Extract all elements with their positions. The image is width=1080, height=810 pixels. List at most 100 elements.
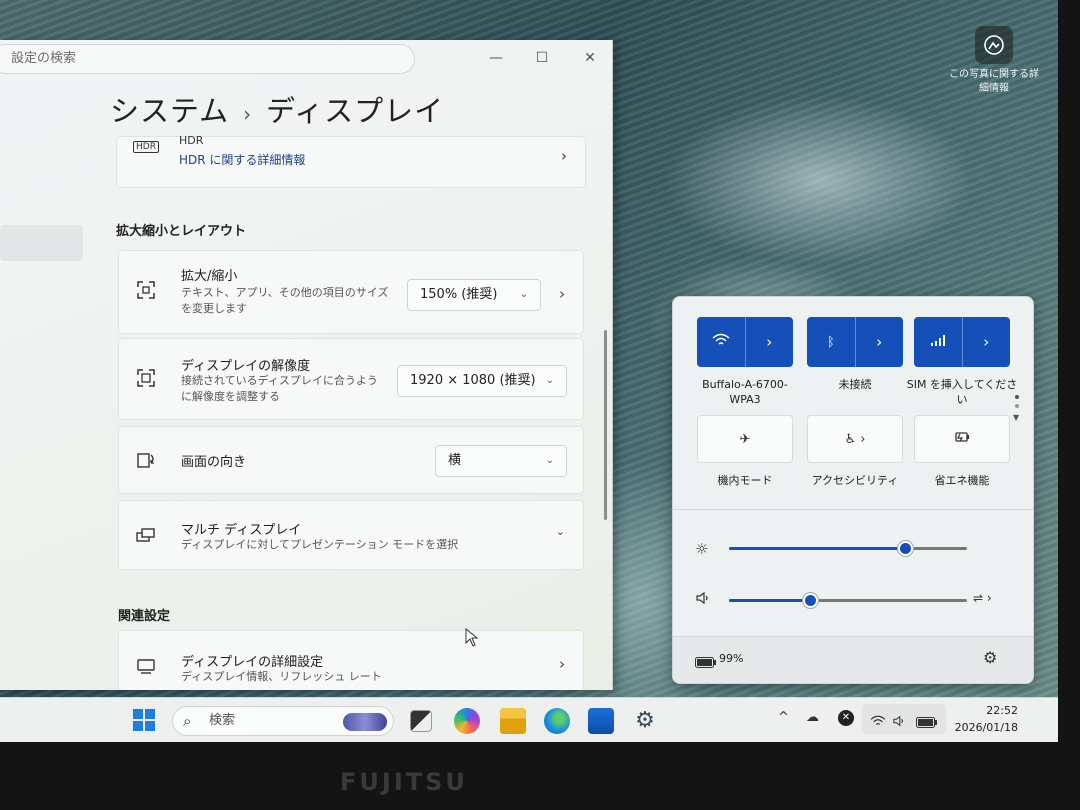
chevron-down-icon[interactable]: ⌄ [556,525,565,538]
volume-slider-fill [729,599,810,602]
breadcrumb-separator: › [243,102,253,126]
desktop-photo-info[interactable]: この写真に関する詳細情報 [945,26,1043,96]
camera-icon [975,26,1013,64]
energy-saver-icon [954,431,970,447]
accessibility-label: アクセシビリティ [811,474,899,487]
volume-slider-thumb[interactable] [802,593,818,608]
windows-start-icon[interactable] [132,708,158,734]
wifi-icon [870,712,886,731]
search-highlight-icon [343,713,387,731]
security-alert-icon[interactable]: ✕ [838,710,854,726]
resolution-dropdown[interactable]: 1920 × 1080 (推奨) ⌄ [397,365,567,397]
resolution-title: ディスプレイの解像度 [181,359,311,374]
edge-browser-icon[interactable] [544,708,570,734]
energy-saver-label: 省エネ機能 [934,474,990,487]
breadcrumb-parent[interactable]: システム [110,94,229,128]
bluetooth-tile-label: 未接続 [838,378,872,391]
resolution-icon [135,367,157,394]
taskbar-search-label: 検索 [209,713,236,728]
file-explorer-icon[interactable] [500,708,526,734]
volume-icon [892,712,906,731]
breadcrumb-current: ディスプレイ [266,94,445,128]
energy-saver-tile[interactable] [914,415,1010,463]
divider [673,509,1033,510]
microsoft-store-icon[interactable] [588,708,614,734]
cellular-tile[interactable]: › [914,317,1010,367]
brightness-slider-thumb[interactable] [898,541,914,556]
chevron-right-icon: › [559,655,565,673]
pager-dots[interactable]: ▼ [1013,395,1019,422]
multi-display-card[interactable]: マルチ ディスプレイ ディスプレイに対してプレゼンテーション モードを選択 ⌄ [118,500,584,570]
hdr-title: HDR [179,134,204,147]
advanced-display-description: ディスプレイ情報、リフレッシュ レート [181,670,382,683]
battery-percent: 99% [719,652,744,665]
search-icon: ⌕ [183,712,192,730]
wifi-tile[interactable]: › [697,317,793,367]
volume-slider[interactable] [729,593,967,608]
onedrive-offline-icon[interactable]: ☁ [806,710,819,725]
taskbar-clock[interactable]: 22:52 2026/01/18 [948,702,1018,736]
scale-title: 拡大/縮小 [181,269,238,284]
battery-icon [916,713,938,732]
airplane-mode-tile[interactable]: ✈ [697,415,793,463]
wifi-tile-label: Buffalo-A-6700-WPA3 [702,378,788,406]
volume-icon[interactable] [695,591,711,609]
quick-settings-footer: 99% ⚙ [673,636,1033,683]
nav-selected-item[interactable] [0,225,83,261]
hdr-card[interactable]: HDR HDR HDR に関する詳細情報 › [116,134,586,188]
airplane-icon: ✈ [739,431,751,447]
bluetooth-tile[interactable]: ᛒ › [807,317,903,367]
wifi-icon[interactable] [697,333,745,351]
bluetooth-icon[interactable]: ᛒ [807,335,855,350]
task-view-icon[interactable] [410,710,432,732]
battery-icon [695,653,717,672]
page-title: システム › ディスプレイ [110,88,444,130]
audio-output-icon[interactable]: ⇌ › [973,591,992,605]
accessibility-tile[interactable]: ♿︎ › [807,415,903,463]
settings-app-icon[interactable]: ⚙ [632,708,658,734]
brightness-slider[interactable] [729,541,967,556]
system-tray-group[interactable] [862,704,946,734]
chevron-right-icon[interactable]: › [559,285,565,303]
accessibility-icon: ♿︎ › [844,431,866,447]
cellular-tile-label: SIM を挿入してください [906,378,1018,406]
hdr-link[interactable]: HDR に関する詳細情報 [179,151,305,168]
chevron-right-icon: › [561,147,567,165]
advanced-display-title: ディスプレイの詳細設定 [181,655,324,670]
brightness-slider-fill [729,547,906,550]
resolution-card[interactable]: ディスプレイの解像度 接続されているディスプレイに合うように解像度を調整する 1… [118,338,584,420]
chevron-right-icon[interactable]: › [961,317,1011,367]
cellular-icon[interactable] [914,334,962,350]
settings-window: 設定の検索 — ☐ ✕ システム › ディスプレイ HDR HDR HDR に関する… [0,40,613,690]
orientation-icon [135,449,157,476]
taskbar-search-box[interactable]: ⌕ 検索 [172,706,394,736]
scrollbar[interactable] [604,330,607,520]
section-related: 関連設定 [118,609,171,624]
gear-icon[interactable]: ⚙ [983,648,997,667]
advanced-display-card[interactable]: ディスプレイの詳細設定 ディスプレイ情報、リフレッシュ レート › [118,630,584,690]
close-button[interactable]: ✕ [578,46,602,70]
orientation-card[interactable]: 画面の向き 横 ⌄ [118,426,584,494]
copilot-icon[interactable] [454,708,480,734]
mouse-cursor-icon [465,627,479,652]
maximize-button[interactable]: ☐ [530,46,554,70]
quick-settings-panel: › ᛒ › › Buffalo-A-6700-WPA3 未接続 SIM を挿入し… [672,296,1034,684]
monitor-icon [135,655,157,682]
chevron-right-icon[interactable]: › [744,317,794,367]
chevron-down-icon: ⌄ [545,455,554,466]
multi-display-description: ディスプレイに対してプレゼンテーション モードを選択 [181,538,459,551]
orientation-value: 横 [448,453,462,468]
chevron-down-icon: ⌄ [519,289,528,300]
resolution-value: 1920 × 1080 (推奨) [410,373,536,388]
scale-card[interactable]: 拡大/縮小 テキスト、アプリ、その他の項目のサイズを変更します 150% (推奨… [118,250,584,334]
section-scale-layout: 拡大縮小とレイアウト [116,224,247,239]
clock-time: 22:52 [986,704,1018,717]
chevron-up-icon[interactable]: ^ [778,710,789,725]
settings-search-input[interactable]: 設定の検索 [0,44,415,74]
scale-description: テキスト、アプリ、その他の項目のサイズを変更します [181,286,389,315]
minimize-button[interactable]: — [484,46,508,70]
scale-dropdown[interactable]: 150% (推奨) ⌄ [407,279,541,311]
orientation-title: 画面の向き [181,455,247,470]
orientation-dropdown[interactable]: 横 ⌄ [435,445,567,477]
chevron-right-icon[interactable]: › [854,317,904,367]
